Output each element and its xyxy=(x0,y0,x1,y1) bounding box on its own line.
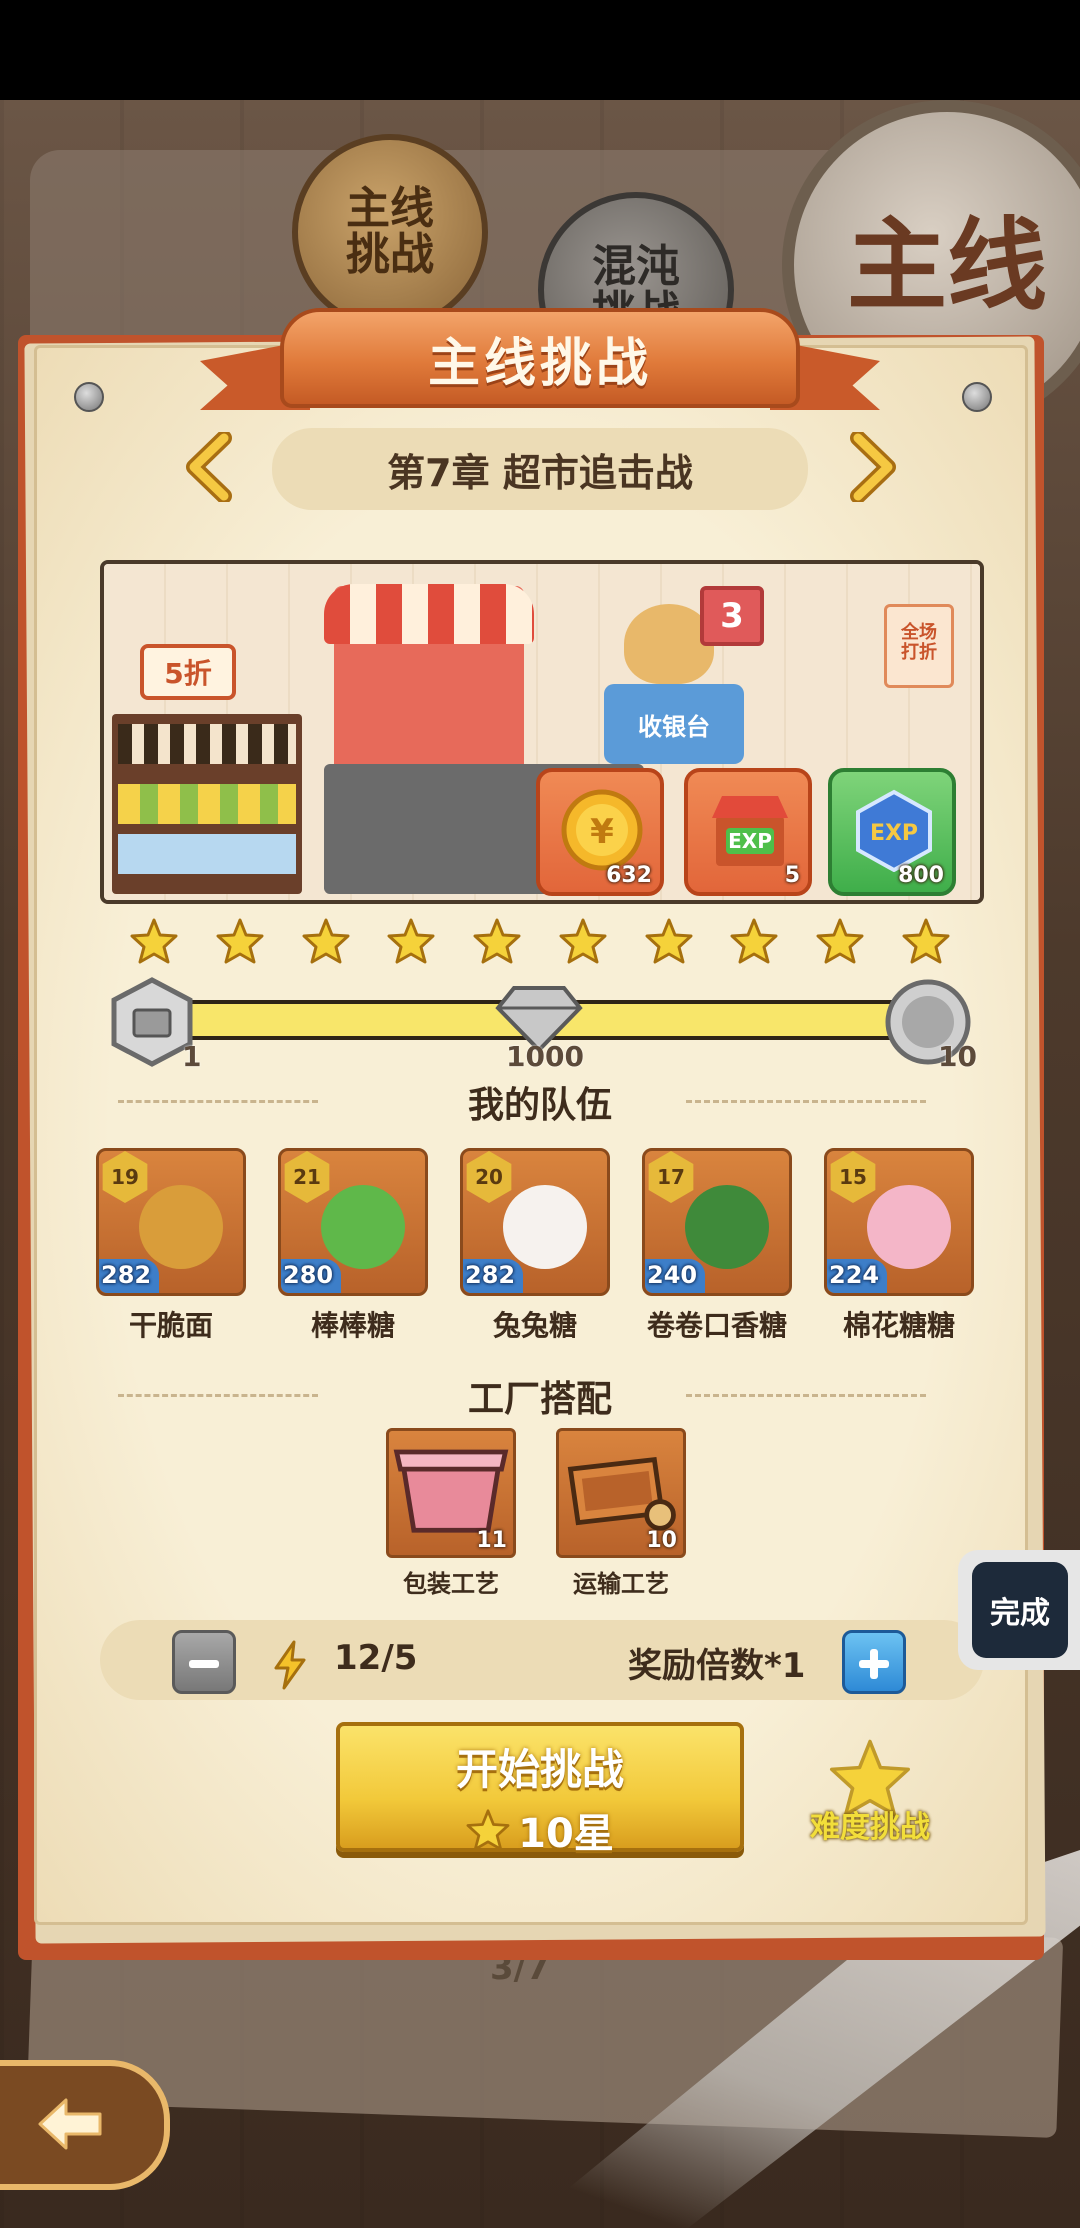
hero-slot[interactable]: 21 280 棒棒糖 xyxy=(278,1148,428,1344)
lightning-icon xyxy=(274,1640,306,1690)
chevron-right-icon xyxy=(850,430,896,504)
hero-slot[interactable]: 20 282 兔兔糖 xyxy=(460,1148,610,1344)
coin-icon: ¥ xyxy=(561,789,643,871)
star-icon xyxy=(466,1809,510,1851)
star-icon xyxy=(130,918,178,964)
done-button[interactable]: 完成 xyxy=(958,1550,1080,1670)
hero-level-badge: 21 xyxy=(284,1151,330,1203)
star-icon xyxy=(902,918,950,964)
star-icon xyxy=(559,918,607,964)
hero-level-badge: 17 xyxy=(648,1151,694,1203)
reward-quantity: 5 xyxy=(784,863,800,888)
reward-quantity: 632 xyxy=(606,863,652,888)
hero-power: 280 xyxy=(283,1261,334,1289)
decrease-multiplier-button[interactable] xyxy=(172,1630,236,1694)
factory-item-transport[interactable]: 10 运输工艺 xyxy=(556,1428,686,1599)
shelf-illustration xyxy=(112,714,302,894)
star-icon xyxy=(645,918,693,964)
chevron-left-icon xyxy=(186,430,232,504)
star-icon xyxy=(473,918,521,964)
register-sign: 收银台 xyxy=(604,684,744,764)
energy-cost: 12/5 xyxy=(334,1638,418,1678)
pin-icon xyxy=(962,382,992,412)
hero-name: 卷卷口香糖 xyxy=(646,1309,787,1342)
shop-exp-icon: EXP xyxy=(712,796,788,866)
difficulty-challenge-button[interactable]: 难度挑战 xyxy=(790,1738,950,1846)
start-cost: 10星 xyxy=(340,1801,740,1859)
hero-card[interactable]: 20 282 xyxy=(460,1148,610,1296)
factory-card[interactable]: 11 xyxy=(386,1428,516,1558)
divider xyxy=(686,1394,926,1397)
hero-portrait xyxy=(685,1185,769,1269)
hero-level-badge: 15 xyxy=(830,1151,876,1203)
prev-chapter-button[interactable] xyxy=(180,430,240,504)
hero-slot[interactable]: 17 240 卷卷口香糖 xyxy=(642,1148,792,1344)
hero-slot[interactable]: 15 224 棉花糖糖 xyxy=(824,1148,974,1344)
back-arrow-icon xyxy=(38,2098,102,2150)
star-icon xyxy=(216,918,264,964)
star-icon xyxy=(302,918,350,964)
hero-portrait xyxy=(503,1185,587,1269)
start-button-label: 开始挑战 xyxy=(455,1745,624,1794)
hero-name: 干脆面 xyxy=(128,1309,213,1342)
hero-card[interactable]: 21 280 xyxy=(278,1148,428,1296)
hero-slot[interactable]: 19 282 干脆面 xyxy=(96,1148,246,1344)
hero-portrait xyxy=(867,1185,951,1269)
next-chapter-button[interactable] xyxy=(842,430,902,504)
sale-sign: 5折 xyxy=(140,644,236,700)
milestone-label: 1000 xyxy=(506,1040,584,1073)
hero-name: 棉花糖糖 xyxy=(842,1309,955,1342)
factory-item-packaging[interactable]: 11 包装工艺 xyxy=(386,1428,516,1599)
reward-quantity: 800 xyxy=(898,863,944,888)
factory-name: 包装工艺 xyxy=(403,1570,499,1598)
exp-badge-icon: EXP xyxy=(856,789,932,872)
reward-shop-exp[interactable]: EXP 5 xyxy=(684,768,812,896)
hero-name: 棒棒糖 xyxy=(310,1309,395,1342)
reward-multiplier: 奖励倍数*1 xyxy=(628,1646,806,1686)
awning-illustration xyxy=(324,584,534,644)
hero-card[interactable]: 19 282 xyxy=(96,1148,246,1296)
status-bar xyxy=(0,0,1080,100)
chapter-title: 第7章 超市追击战 xyxy=(272,428,808,510)
factory-card[interactable]: 10 xyxy=(556,1428,686,1558)
start-challenge-button[interactable]: 开始挑战 10星 xyxy=(336,1722,744,1857)
hero-portrait xyxy=(139,1185,223,1269)
milestone-label: 1 xyxy=(182,1040,202,1073)
star-icon xyxy=(387,918,435,964)
svg-text:¥: ¥ xyxy=(590,812,614,852)
divider xyxy=(686,1100,926,1103)
hero-level-badge: 20 xyxy=(466,1151,512,1203)
star-icon xyxy=(730,918,778,964)
hero-power: 282 xyxy=(101,1261,152,1289)
hero-power: 282 xyxy=(465,1261,516,1289)
difficulty-label: 难度挑战 xyxy=(810,1810,930,1845)
hero-card[interactable]: 15 224 xyxy=(824,1148,974,1296)
milestone-label: 10 xyxy=(938,1040,977,1073)
svg-text:EXP: EXP xyxy=(870,821,918,846)
hero-portrait xyxy=(321,1185,405,1269)
increase-multiplier-button[interactable] xyxy=(842,1630,906,1694)
back-button[interactable] xyxy=(0,2060,170,2190)
panel-title: 主线挑战 xyxy=(280,308,800,408)
done-label: 完成 xyxy=(972,1562,1068,1658)
number-sign: 3 xyxy=(700,586,764,646)
hero-power: 240 xyxy=(647,1261,698,1289)
factory-level: 11 xyxy=(476,1528,507,1553)
star-icon xyxy=(816,918,864,964)
tab-main-line[interactable]: 主线 挑战 xyxy=(292,134,488,330)
factory-name: 运输工艺 xyxy=(573,1570,669,1598)
pin-icon xyxy=(74,382,104,412)
start-cost-label: 10星 xyxy=(518,1811,614,1857)
hero-name: 兔兔糖 xyxy=(492,1309,577,1342)
hero-card[interactable]: 17 240 xyxy=(642,1148,792,1296)
hero-level-badge: 19 xyxy=(102,1151,148,1203)
discount-sign: 全场 打折 xyxy=(884,604,954,688)
reward-coin[interactable]: ¥ 632 xyxy=(536,768,664,896)
factory-level: 10 xyxy=(646,1528,677,1553)
star-rating xyxy=(130,918,950,964)
hero-power: 224 xyxy=(829,1261,880,1289)
reward-exp[interactable]: EXP 800 xyxy=(828,768,956,896)
svg-text:EXP: EXP xyxy=(728,829,772,853)
